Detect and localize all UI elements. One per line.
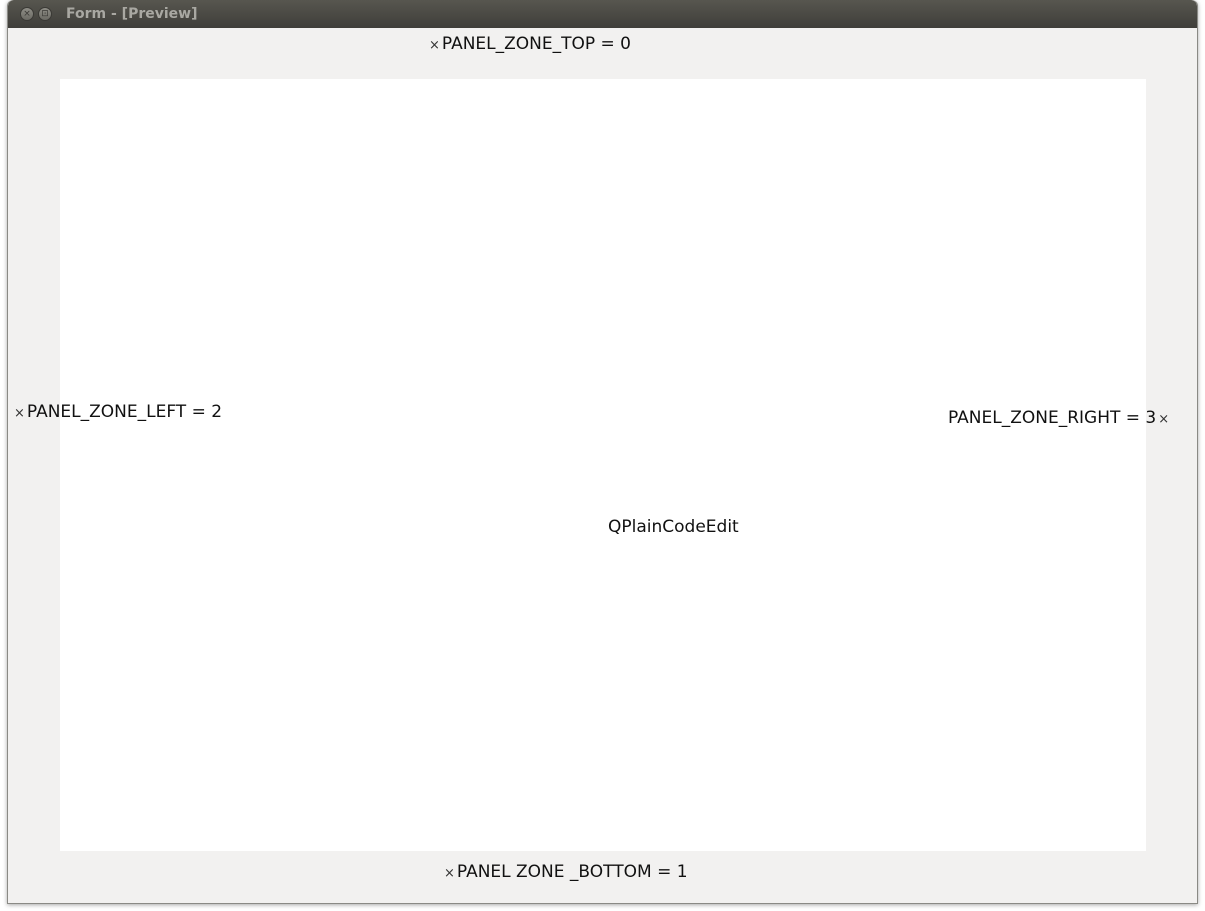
window-maximize-icon[interactable]: ⊡ [38, 7, 52, 21]
close-icon[interactable]: × [429, 38, 440, 53]
panel-zone-left: × PANEL_ZONE_LEFT = 2 [12, 402, 222, 424]
panel-zone-left-label: PANEL_ZONE_LEFT = 2 [26, 402, 223, 422]
close-icon[interactable]: × [14, 406, 25, 421]
panel-zone-bottom-label: PANEL ZONE _BOTTOM = 1 [456, 862, 688, 882]
panel-zone-top-label: PANEL_ZONE_TOP = 0 [441, 34, 631, 54]
editor-label: QPlainCodeEdit [608, 517, 739, 537]
panel-zone-right: PANEL_ZONE_RIGHT = 3 × [948, 408, 1171, 430]
preview-window: × ⊡ Form - [Preview] × PANEL_ZONE_TOP = 0… [7, 0, 1198, 904]
window-close-icon[interactable]: × [20, 7, 34, 21]
code-editor[interactable]: QPlainCodeEdit [60, 79, 1146, 851]
title-bar[interactable]: × ⊡ Form - [Preview] [8, 0, 1197, 28]
close-icon[interactable]: × [1158, 412, 1169, 427]
close-icon[interactable]: × [444, 866, 455, 881]
panel-zone-right-label: PANEL_ZONE_RIGHT = 3 [948, 408, 1157, 428]
panel-zone-bottom: × PANEL ZONE _BOTTOM = 1 [442, 862, 688, 884]
window-title: Form - [Preview] [66, 6, 198, 22]
panel-zone-top: × PANEL_ZONE_TOP = 0 [427, 34, 631, 56]
